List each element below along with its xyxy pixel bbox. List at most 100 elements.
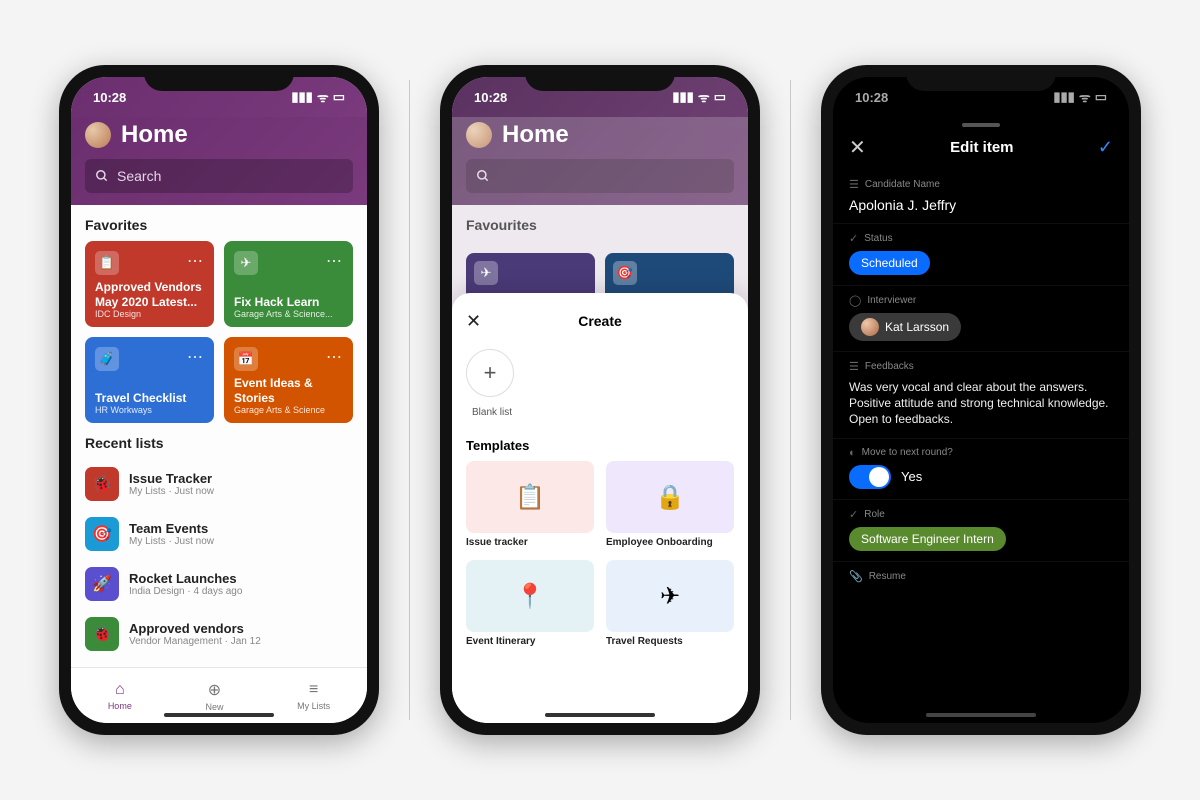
- more-icon[interactable]: ⋯: [187, 251, 204, 271]
- field-interviewer[interactable]: ◯Interviewer Kat Larsson: [833, 286, 1129, 352]
- field-label-text: Candidate Name: [865, 179, 940, 190]
- recent-item[interactable]: 🐞 Approved vendorsVendor Management · Ja…: [71, 609, 367, 659]
- template-label: Event Itinerary: [466, 636, 594, 647]
- field-next-round[interactable]: ◐Move to next round? Yes: [833, 439, 1129, 500]
- tab-home[interactable]: ⌂Home: [108, 681, 132, 711]
- confirm-icon[interactable]: ✓: [1098, 137, 1113, 158]
- page-title: Home: [502, 121, 569, 149]
- more-icon[interactable]: ⋯: [187, 347, 204, 367]
- template-thumb: ✈: [606, 560, 734, 632]
- favorites-heading: Favourites: [452, 205, 748, 241]
- templates-grid: 📋 Issue tracker 🔒 Employee Onboarding 📍 …: [466, 461, 734, 647]
- template-thumb: 📍: [466, 560, 594, 632]
- favorite-title: Travel Checklist: [95, 391, 204, 405]
- template-card[interactable]: 📋 Issue tracker: [466, 461, 594, 548]
- template-card[interactable]: 📍 Event Itinerary: [466, 560, 594, 647]
- toggle-switch[interactable]: [849, 465, 891, 489]
- divider: [790, 80, 791, 720]
- status-time: 10:28: [855, 90, 888, 105]
- clipboard-icon: 📋: [95, 251, 119, 275]
- search-icon: [476, 169, 490, 183]
- rocket-icon: 🚀: [85, 567, 119, 601]
- close-icon[interactable]: ✕: [466, 311, 481, 332]
- toggle-icon: ◐: [849, 447, 856, 459]
- pin-icon: 📍: [515, 582, 545, 611]
- search-input[interactable]: [466, 159, 734, 193]
- sheet-title: Create: [578, 313, 622, 329]
- favorite-subtitle: IDC Design: [95, 309, 204, 319]
- template-card[interactable]: 🔒 Employee Onboarding: [606, 461, 734, 548]
- favorite-card[interactable]: ✈⋯ Fix Hack LearnGarage Arts & Science..…: [224, 241, 353, 327]
- tab-label: New: [205, 702, 223, 712]
- field-label-text: Role: [864, 509, 885, 520]
- battery-icon: ▭: [714, 89, 726, 105]
- home-indicator[interactable]: [164, 713, 274, 717]
- recent-subtitle: Vendor Management · Jan 12: [129, 636, 261, 647]
- recent-title: Approved vendors: [129, 621, 261, 636]
- battery-icon: ▭: [1095, 89, 1107, 105]
- home-header: Home Search: [71, 117, 367, 205]
- more-icon[interactable]: ⋯: [326, 251, 343, 271]
- signal-icon: ▮▮▮: [1053, 89, 1074, 105]
- field-resume[interactable]: 📎Resume: [833, 562, 1129, 599]
- edit-title: Edit item: [950, 139, 1013, 156]
- signal-icon: ▮▮▮: [672, 89, 693, 105]
- recent-item[interactable]: 🐞 Issue TrackerMy Lists · Just now: [71, 459, 367, 509]
- phone-frame-2: 10:28 ▮▮▮ ᯤ ▭ Home Favourites ✈ 🎯: [440, 65, 760, 735]
- field-feedbacks[interactable]: ☰Feedbacks Was very vocal and clear abou…: [833, 352, 1129, 439]
- template-card[interactable]: ✈ Travel Requests: [606, 560, 734, 647]
- field-status[interactable]: ✓Status Scheduled: [833, 224, 1129, 286]
- templates-heading: Templates: [466, 424, 734, 461]
- check-circle-icon: ✓: [849, 508, 858, 521]
- user-avatar[interactable]: [85, 122, 111, 148]
- tab-label: My Lists: [297, 701, 330, 711]
- tab-label: Home: [108, 701, 132, 711]
- signal-icon: ▮▮▮: [291, 89, 312, 105]
- list-icon: ≡: [309, 681, 318, 699]
- field-candidate-name[interactable]: ☰Candidate Name Apolonia J. Jeffry: [833, 170, 1129, 224]
- search-input[interactable]: Search: [85, 159, 353, 193]
- favorite-subtitle: Garage Arts & Science: [234, 405, 343, 415]
- status-indicators: ▮▮▮ ᯤ ▭: [1053, 88, 1107, 106]
- field-role[interactable]: ✓ Role Software Engineer Intern: [833, 500, 1129, 562]
- status-time: 10:28: [93, 90, 126, 105]
- field-label-text: Status: [864, 233, 892, 244]
- target-icon: 🎯: [613, 261, 637, 285]
- favorite-card[interactable]: 📅⋯ Event Ideas & StoriesGarage Arts & Sc…: [224, 337, 353, 423]
- close-icon[interactable]: ✕: [849, 135, 866, 160]
- search-icon: [95, 169, 109, 183]
- text-icon: ☰: [849, 178, 859, 191]
- favorite-subtitle: Garage Arts & Science...: [234, 309, 343, 319]
- plane-icon: ✈: [474, 261, 498, 285]
- check-circle-icon: ✓: [849, 232, 858, 245]
- favorite-title: Event Ideas & Stories: [234, 376, 343, 405]
- recent-item[interactable]: 🚀 Rocket LaunchesIndia Design · 4 days a…: [71, 559, 367, 609]
- field-label-text: Resume: [869, 571, 906, 582]
- tab-new[interactable]: ⊕New: [205, 680, 223, 712]
- text-icon: ☰: [849, 360, 859, 373]
- status-time: 10:28: [474, 90, 507, 105]
- recent-title: Rocket Launches: [129, 571, 242, 586]
- home-indicator[interactable]: [545, 713, 655, 717]
- template-label: Issue tracker: [466, 537, 594, 548]
- recent-title: Issue Tracker: [129, 471, 214, 486]
- favorite-card[interactable]: 🧳⋯ Travel ChecklistHR Workways: [85, 337, 214, 423]
- recent-item[interactable]: 🎯 Team EventsMy Lists · Just now: [71, 509, 367, 559]
- more-icon[interactable]: ⋯: [326, 347, 343, 367]
- home-indicator[interactable]: [926, 713, 1036, 717]
- favorite-title: Fix Hack Learn: [234, 295, 343, 309]
- page-title: Home: [121, 121, 188, 149]
- screen-edit-item: 10:28 ▮▮▮ ᯤ ▭ ✕ Edit item ✓ ☰ Candidate N…: [833, 77, 1129, 723]
- role-pill: Software Engineer Intern: [849, 527, 1006, 551]
- bug-icon: 🐞: [85, 467, 119, 501]
- search-placeholder: Search: [117, 168, 161, 184]
- drag-handle[interactable]: [962, 123, 1000, 127]
- template-thumb: 📋: [466, 461, 594, 533]
- tab-mylists[interactable]: ≡ My Lists: [297, 681, 330, 711]
- favorite-card[interactable]: 📋 ⋯ Approved Vendors May 2020 Latest...ID…: [85, 241, 214, 327]
- blank-list-button[interactable]: +: [466, 349, 514, 397]
- favorite-title: Approved Vendors May 2020 Latest...: [95, 280, 204, 309]
- user-avatar[interactable]: [466, 122, 492, 148]
- favorite-subtitle: HR Workways: [95, 405, 204, 415]
- status-indicators: ▮▮▮ ᯤ ▭: [291, 88, 345, 106]
